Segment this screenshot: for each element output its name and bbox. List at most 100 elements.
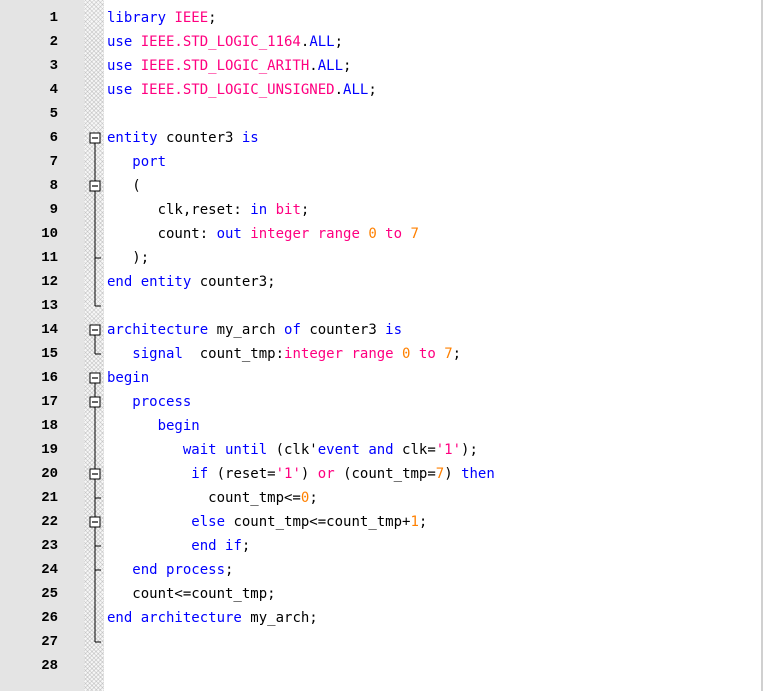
code-line[interactable]: 19 wait until (clk'event and clk='1'); <box>0 438 763 462</box>
code-line[interactable]: 10 count: out integer range 0 to 7 <box>0 222 763 246</box>
code-line[interactable]: 18 begin <box>0 414 763 438</box>
code-token: ; <box>241 538 251 554</box>
line-number: 7 <box>49 154 58 170</box>
code-line[interactable]: 25 count<=count_tmp; <box>0 582 763 606</box>
code-text: library IEEE; <box>107 6 217 30</box>
fold-toggle-icon[interactable] <box>89 396 101 408</box>
code-text: ); <box>107 246 149 270</box>
code-token: IEEE <box>174 10 209 26</box>
fold-toggle-icon[interactable] <box>89 132 101 144</box>
code-text: ( <box>107 174 140 198</box>
code-line[interactable]: 9 clk,reset: in bit; <box>0 198 763 222</box>
code-token: IEEE.STD_LOGIC_1164 <box>140 34 301 50</box>
line-number: 1 <box>49 10 58 26</box>
code-token: IEEE.STD_LOGIC_ARITH <box>140 58 310 74</box>
line-number: 15 <box>41 346 58 362</box>
code-line[interactable]: 23 end if; <box>0 534 763 558</box>
fold-tree <box>89 132 101 643</box>
code-line[interactable]: 11 ); <box>0 246 763 270</box>
code-token: ) <box>444 466 462 482</box>
line-number: 4 <box>49 82 58 98</box>
fold-toggle-icon[interactable] <box>89 324 101 336</box>
fold-toggle-icon[interactable] <box>89 468 101 480</box>
line-number: 26 <box>41 610 58 626</box>
code-token: (reset= <box>216 466 276 482</box>
code-text: count: out integer range 0 to 7 <box>107 222 419 246</box>
fold-toggle-icon[interactable] <box>89 180 101 192</box>
code-editor[interactable]: 1 library IEEE; 2 use IEEE.STD_LOGIC_1164.A… <box>0 6 763 678</box>
code-text: entity counter3 is <box>107 126 259 150</box>
code-token: 7 <box>435 466 445 482</box>
code-token: my_arch <box>216 322 285 338</box>
line-number: 19 <box>41 442 58 458</box>
code-line[interactable]: 6 entity counter3 is <box>0 126 763 150</box>
code-token: end if <box>191 538 242 554</box>
code-line[interactable]: 15 signal count_tmp:integer range 0 to 7… <box>0 342 763 366</box>
code-token: use <box>107 58 141 74</box>
code-line[interactable]: 21 count_tmp<=0; <box>0 486 763 510</box>
code-line[interactable]: 16 begin <box>0 366 763 390</box>
code-token: begin <box>157 418 200 434</box>
code-text: use IEEE.STD_LOGIC_ARITH.ALL; <box>107 54 351 78</box>
line-number: 22 <box>41 514 58 530</box>
code-line[interactable]: 1 library IEEE; <box>0 6 763 30</box>
code-line[interactable]: 17 process <box>0 390 763 414</box>
line-number: 17 <box>41 394 58 410</box>
line-number: 12 <box>41 274 58 290</box>
code-line[interactable]: 13 <box>0 294 763 318</box>
code-token: count: <box>107 226 217 242</box>
code-text: use IEEE.STD_LOGIC_1164.ALL; <box>107 30 343 54</box>
code-token: ; <box>343 58 352 74</box>
code-line[interactable]: 24 end process; <box>0 558 763 582</box>
code-line[interactable]: 27 <box>0 630 763 654</box>
code-line[interactable]: 14 architecture my_arch of counter3 is <box>0 318 763 342</box>
code-line[interactable]: 7 port <box>0 150 763 174</box>
code-token: and <box>368 442 403 458</box>
fold-toggle-icon[interactable] <box>89 372 101 384</box>
code-line[interactable]: 8 ( <box>0 174 763 198</box>
code-line[interactable]: 4 use IEEE.STD_LOGIC_UNSIGNED.ALL; <box>0 78 763 102</box>
fold-toggle-icon[interactable] <box>89 516 101 528</box>
code-token: of <box>284 322 310 338</box>
code-token: (count_tmp= <box>343 466 436 482</box>
code-token: to <box>418 346 445 362</box>
code-token: entity <box>107 130 167 146</box>
code-text: end architecture my_arch; <box>107 606 318 630</box>
code-token: IEEE.STD_LOGIC_UNSIGNED <box>140 82 335 98</box>
code-text: if (reset='1') or (count_tmp=7) then <box>107 462 495 486</box>
code-token: clk= <box>402 442 436 458</box>
code-line[interactable]: 28 <box>0 654 763 678</box>
code-line[interactable]: 20 if (reset='1') or (count_tmp=7) then <box>0 462 763 486</box>
code-token: 0 <box>368 226 386 242</box>
code-token: ); <box>107 250 150 266</box>
code-line[interactable]: 12 end entity counter3; <box>0 270 763 294</box>
line-number: 23 <box>41 538 58 554</box>
code-text: else count_tmp<=count_tmp+1; <box>107 510 427 534</box>
code-token: ; <box>208 10 217 26</box>
line-number: 9 <box>49 202 58 218</box>
code-line[interactable]: 22 else count_tmp<=count_tmp+1; <box>0 510 763 534</box>
code-line[interactable]: 2 use IEEE.STD_LOGIC_1164.ALL; <box>0 30 763 54</box>
code-line[interactable]: 26 end architecture my_arch; <box>0 606 763 630</box>
code-line[interactable]: 5 <box>0 102 763 126</box>
code-token: integer range <box>250 226 369 242</box>
code-token: count<=count_tmp; <box>107 586 276 602</box>
code-text: count_tmp<=0; <box>107 486 318 510</box>
code-token: integer range <box>284 346 403 362</box>
code-token: end architecture <box>107 610 251 626</box>
code-line[interactable]: 3 use IEEE.STD_LOGIC_ARITH.ALL; <box>0 54 763 78</box>
code-text: process <box>107 390 191 414</box>
code-token: use <box>107 34 141 50</box>
line-number: 10 <box>41 226 58 242</box>
code-text: wait until (clk'event and clk='1'); <box>107 438 478 462</box>
code-token: is <box>385 322 403 338</box>
line-number: 2 <box>49 34 58 50</box>
line-number: 28 <box>41 658 58 674</box>
